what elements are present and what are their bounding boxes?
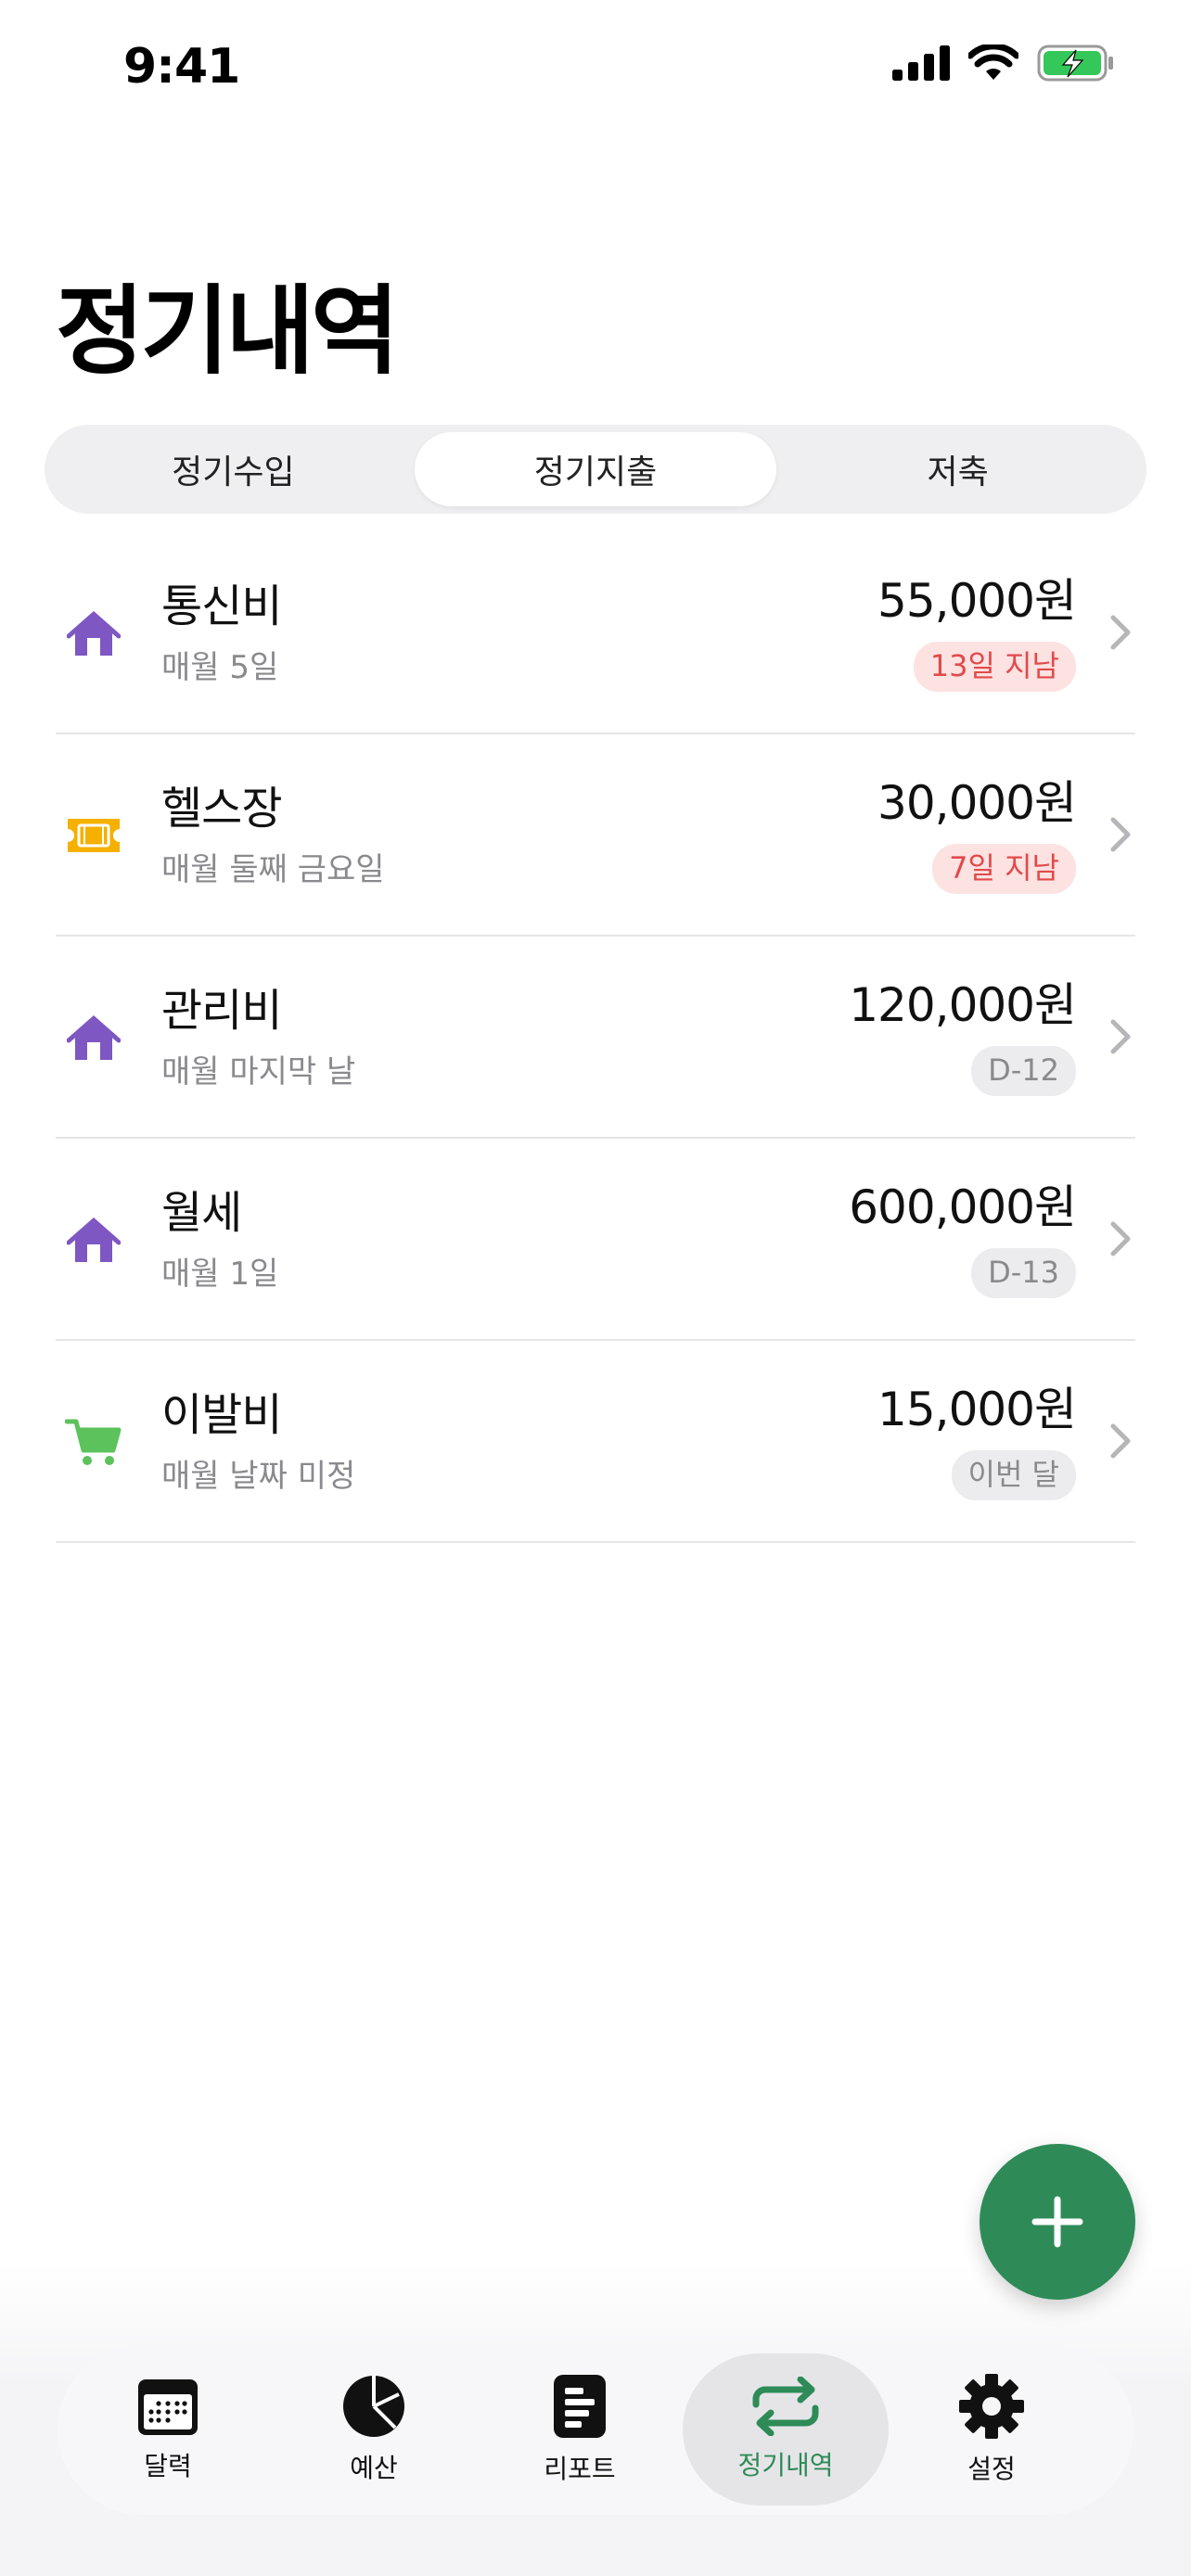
item-name: 관리비 [161,985,282,1037]
item-amount: 55,000원 [877,574,1077,628]
status-bar: 9:41 [0,0,1191,139]
tab-report[interactable]: 리포트 [477,2353,683,2506]
tab-label: 정기내역 [737,2450,834,2480]
tab-budget[interactable]: 예산 [271,2353,477,2506]
tab-label: 리포트 [544,2454,616,2484]
list-item[interactable]: 월세 매월 1일 600,000원 D-13 [56,1139,1135,1341]
gear-icon [959,2374,1024,2439]
item-name: 통신비 [161,580,282,632]
list-item[interactable]: 관리비 매월 마지막 날 120,000원 D-12 [56,937,1135,1139]
status-badge: 이번 달 [951,1450,1076,1500]
house-icon [63,603,124,664]
house-icon [63,1007,124,1068]
chevron-right-icon [1109,614,1132,655]
item-schedule: 매월 5일 [161,648,279,686]
chevron-right-icon [1109,816,1132,857]
list-item[interactable]: 헬스장 매월 둘째 금요일 30,000원 7일 지남 [56,734,1135,937]
item-amount: 120,000원 [849,978,1077,1032]
battery-charging-icon [1037,45,1115,85]
status-icons [892,43,1115,85]
repeat-icon [752,2377,819,2436]
item-name: 월세 [161,1187,242,1239]
item-amount: 30,000원 [877,776,1077,830]
item-amount: 15,000원 [877,1383,1077,1436]
chevron-right-icon [1109,1018,1132,1059]
segmented-control: 정기수입 정기지출 저축 [45,425,1146,514]
add-button[interactable] [980,2144,1135,2300]
chevron-right-icon [1109,1422,1132,1463]
calendar-icon [138,2379,198,2435]
ticket-icon [63,805,124,866]
tab-label: 예산 [350,2453,398,2483]
segment-regular-income[interactable]: 정기수입 [52,432,415,506]
item-schedule: 매월 1일 [161,1255,279,1293]
plus-icon [1031,2196,1083,2248]
wifi-icon [967,43,1020,85]
status-badge: D-12 [971,1046,1076,1096]
segment-savings[interactable]: 저축 [776,432,1139,506]
list-item[interactable]: 이발비 매월 날짜 미정 15,000원 이번 달 [56,1341,1135,1543]
status-time: 9:41 [123,39,240,95]
recurring-list: 통신비 매월 5일 55,000원 13일 지남 헬스장 매월 둘째 금요일 3… [56,532,1135,1543]
status-badge: 13일 지남 [913,642,1076,692]
cart-icon [63,1411,124,1473]
tab-calendar[interactable]: 달력 [65,2353,271,2506]
status-badge: 7일 지남 [932,844,1076,894]
report-icon [554,2375,606,2438]
status-badge: D-13 [971,1248,1076,1298]
page-title: 정기내역 [56,274,400,388]
bottom-tab-bar: 달력 예산 리포트 정기내역 설정 [58,2344,1133,2515]
screen: 9:41 정기내역 정기수입 정기지출 저축 통신비 매월 5일 55,000원… [0,0,1191,2576]
item-name: 헬스장 [161,783,282,835]
tab-label: 달력 [144,2451,192,2481]
house-icon [63,1209,124,1270]
cellular-signal-icon [892,45,950,84]
item-schedule: 매월 날짜 미정 [161,1457,356,1495]
item-name: 이발비 [161,1389,282,1441]
item-amount: 600,000원 [849,1180,1077,1234]
tab-recurring[interactable]: 정기내역 [683,2353,889,2506]
tab-label: 설정 [967,2454,1016,2484]
tab-settings[interactable]: 설정 [889,2353,1095,2506]
segment-regular-expense[interactable]: 정기지출 [414,432,777,506]
chevron-right-icon [1109,1220,1132,1261]
item-schedule: 매월 둘째 금요일 [161,850,385,888]
pie-chart-icon [343,2376,404,2437]
list-item[interactable]: 통신비 매월 5일 55,000원 13일 지남 [56,532,1135,734]
item-schedule: 매월 마지막 날 [161,1052,356,1090]
